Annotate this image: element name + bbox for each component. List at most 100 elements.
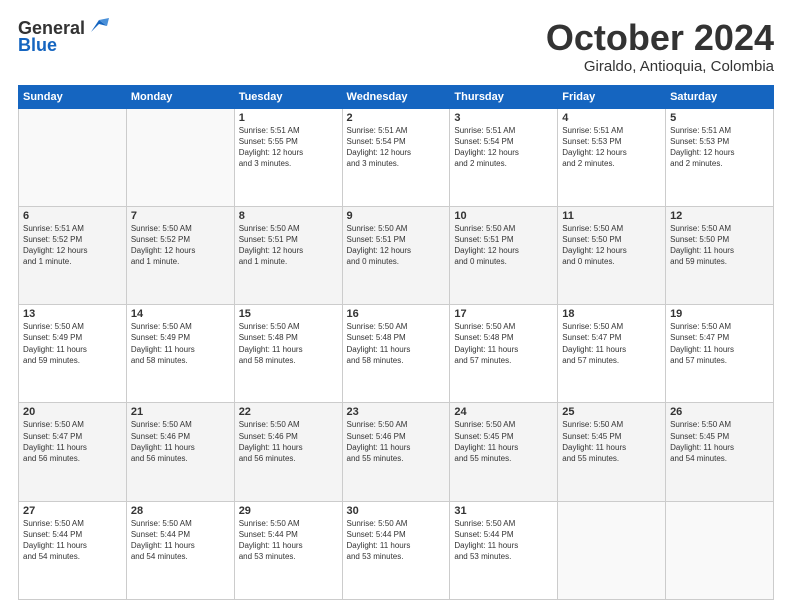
calendar-cell: 14Sunrise: 5:50 AM Sunset: 5:49 PM Dayli… bbox=[126, 305, 234, 403]
title-area: October 2024 Giraldo, Antioquia, Colombi… bbox=[546, 18, 774, 75]
col-thursday: Thursday bbox=[450, 85, 558, 108]
day-info: Sunrise: 5:50 AM Sunset: 5:51 PM Dayligh… bbox=[239, 223, 338, 268]
calendar-cell: 3Sunrise: 5:51 AM Sunset: 5:54 PM Daylig… bbox=[450, 108, 558, 206]
calendar-cell: 16Sunrise: 5:50 AM Sunset: 5:48 PM Dayli… bbox=[342, 305, 450, 403]
day-info: Sunrise: 5:50 AM Sunset: 5:48 PM Dayligh… bbox=[454, 321, 553, 366]
calendar-cell: 8Sunrise: 5:50 AM Sunset: 5:51 PM Daylig… bbox=[234, 206, 342, 304]
calendar-cell: 6Sunrise: 5:51 AM Sunset: 5:52 PM Daylig… bbox=[19, 206, 127, 304]
day-number: 28 bbox=[131, 505, 230, 517]
calendar-cell: 18Sunrise: 5:50 AM Sunset: 5:47 PM Dayli… bbox=[558, 305, 666, 403]
calendar-cell: 2Sunrise: 5:51 AM Sunset: 5:54 PM Daylig… bbox=[342, 108, 450, 206]
day-number: 5 bbox=[670, 112, 769, 124]
day-number: 19 bbox=[670, 308, 769, 320]
calendar-cell bbox=[558, 501, 666, 599]
day-info: Sunrise: 5:50 AM Sunset: 5:47 PM Dayligh… bbox=[670, 321, 769, 366]
day-number: 9 bbox=[347, 210, 446, 222]
day-number: 21 bbox=[131, 406, 230, 418]
calendar-cell: 4Sunrise: 5:51 AM Sunset: 5:53 PM Daylig… bbox=[558, 108, 666, 206]
day-info: Sunrise: 5:50 AM Sunset: 5:49 PM Dayligh… bbox=[23, 321, 122, 366]
day-info: Sunrise: 5:50 AM Sunset: 5:44 PM Dayligh… bbox=[454, 518, 553, 563]
header: General Blue October 2024 Giraldo, Antio… bbox=[18, 18, 774, 75]
day-number: 13 bbox=[23, 308, 122, 320]
day-info: Sunrise: 5:50 AM Sunset: 5:44 PM Dayligh… bbox=[347, 518, 446, 563]
calendar-cell: 25Sunrise: 5:50 AM Sunset: 5:45 PM Dayli… bbox=[558, 403, 666, 501]
location-title: Giraldo, Antioquia, Colombia bbox=[546, 58, 774, 75]
page: General Blue October 2024 Giraldo, Antio… bbox=[0, 0, 792, 612]
day-info: Sunrise: 5:50 AM Sunset: 5:44 PM Dayligh… bbox=[131, 518, 230, 563]
day-info: Sunrise: 5:50 AM Sunset: 5:52 PM Dayligh… bbox=[131, 223, 230, 268]
day-info: Sunrise: 5:51 AM Sunset: 5:54 PM Dayligh… bbox=[347, 125, 446, 170]
col-wednesday: Wednesday bbox=[342, 85, 450, 108]
day-info: Sunrise: 5:51 AM Sunset: 5:52 PM Dayligh… bbox=[23, 223, 122, 268]
day-info: Sunrise: 5:50 AM Sunset: 5:46 PM Dayligh… bbox=[347, 419, 446, 464]
day-number: 7 bbox=[131, 210, 230, 222]
day-info: Sunrise: 5:50 AM Sunset: 5:47 PM Dayligh… bbox=[562, 321, 661, 366]
day-number: 17 bbox=[454, 308, 553, 320]
day-info: Sunrise: 5:50 AM Sunset: 5:45 PM Dayligh… bbox=[670, 419, 769, 464]
calendar-cell: 13Sunrise: 5:50 AM Sunset: 5:49 PM Dayli… bbox=[19, 305, 127, 403]
logo: General Blue bbox=[18, 18, 109, 56]
calendar-cell bbox=[666, 501, 774, 599]
col-sunday: Sunday bbox=[19, 85, 127, 108]
day-number: 30 bbox=[347, 505, 446, 517]
calendar-cell: 11Sunrise: 5:50 AM Sunset: 5:50 PM Dayli… bbox=[558, 206, 666, 304]
calendar-cell: 12Sunrise: 5:50 AM Sunset: 5:50 PM Dayli… bbox=[666, 206, 774, 304]
day-info: Sunrise: 5:50 AM Sunset: 5:49 PM Dayligh… bbox=[131, 321, 230, 366]
calendar-cell: 19Sunrise: 5:50 AM Sunset: 5:47 PM Dayli… bbox=[666, 305, 774, 403]
day-number: 15 bbox=[239, 308, 338, 320]
day-info: Sunrise: 5:51 AM Sunset: 5:53 PM Dayligh… bbox=[670, 125, 769, 170]
day-number: 20 bbox=[23, 406, 122, 418]
day-info: Sunrise: 5:50 AM Sunset: 5:46 PM Dayligh… bbox=[239, 419, 338, 464]
calendar-table: Sunday Monday Tuesday Wednesday Thursday… bbox=[18, 85, 774, 600]
calendar-cell: 21Sunrise: 5:50 AM Sunset: 5:46 PM Dayli… bbox=[126, 403, 234, 501]
calendar-cell: 23Sunrise: 5:50 AM Sunset: 5:46 PM Dayli… bbox=[342, 403, 450, 501]
calendar-cell: 9Sunrise: 5:50 AM Sunset: 5:51 PM Daylig… bbox=[342, 206, 450, 304]
day-info: Sunrise: 5:50 AM Sunset: 5:51 PM Dayligh… bbox=[347, 223, 446, 268]
day-number: 26 bbox=[670, 406, 769, 418]
calendar-cell: 17Sunrise: 5:50 AM Sunset: 5:48 PM Dayli… bbox=[450, 305, 558, 403]
day-number: 1 bbox=[239, 112, 338, 124]
day-number: 3 bbox=[454, 112, 553, 124]
calendar-cell: 22Sunrise: 5:50 AM Sunset: 5:46 PM Dayli… bbox=[234, 403, 342, 501]
day-number: 8 bbox=[239, 210, 338, 222]
day-number: 12 bbox=[670, 210, 769, 222]
month-title: October 2024 bbox=[546, 18, 774, 58]
day-info: Sunrise: 5:50 AM Sunset: 5:44 PM Dayligh… bbox=[23, 518, 122, 563]
week-row-5: 27Sunrise: 5:50 AM Sunset: 5:44 PM Dayli… bbox=[19, 501, 774, 599]
calendar-cell bbox=[19, 108, 127, 206]
day-info: Sunrise: 5:50 AM Sunset: 5:47 PM Dayligh… bbox=[23, 419, 122, 464]
day-number: 25 bbox=[562, 406, 661, 418]
day-number: 6 bbox=[23, 210, 122, 222]
day-info: Sunrise: 5:51 AM Sunset: 5:55 PM Dayligh… bbox=[239, 125, 338, 170]
day-info: Sunrise: 5:50 AM Sunset: 5:50 PM Dayligh… bbox=[562, 223, 661, 268]
col-saturday: Saturday bbox=[666, 85, 774, 108]
day-number: 18 bbox=[562, 308, 661, 320]
day-number: 4 bbox=[562, 112, 661, 124]
day-number: 22 bbox=[239, 406, 338, 418]
col-friday: Friday bbox=[558, 85, 666, 108]
day-info: Sunrise: 5:50 AM Sunset: 5:46 PM Dayligh… bbox=[131, 419, 230, 464]
col-tuesday: Tuesday bbox=[234, 85, 342, 108]
week-row-2: 6Sunrise: 5:51 AM Sunset: 5:52 PM Daylig… bbox=[19, 206, 774, 304]
week-row-1: 1Sunrise: 5:51 AM Sunset: 5:55 PM Daylig… bbox=[19, 108, 774, 206]
day-number: 2 bbox=[347, 112, 446, 124]
calendar-cell bbox=[126, 108, 234, 206]
day-info: Sunrise: 5:51 AM Sunset: 5:53 PM Dayligh… bbox=[562, 125, 661, 170]
calendar-cell: 31Sunrise: 5:50 AM Sunset: 5:44 PM Dayli… bbox=[450, 501, 558, 599]
day-info: Sunrise: 5:51 AM Sunset: 5:54 PM Dayligh… bbox=[454, 125, 553, 170]
day-info: Sunrise: 5:50 AM Sunset: 5:50 PM Dayligh… bbox=[670, 223, 769, 268]
calendar-cell: 30Sunrise: 5:50 AM Sunset: 5:44 PM Dayli… bbox=[342, 501, 450, 599]
calendar-cell: 24Sunrise: 5:50 AM Sunset: 5:45 PM Dayli… bbox=[450, 403, 558, 501]
calendar-cell: 5Sunrise: 5:51 AM Sunset: 5:53 PM Daylig… bbox=[666, 108, 774, 206]
day-number: 27 bbox=[23, 505, 122, 517]
day-number: 31 bbox=[454, 505, 553, 517]
day-number: 16 bbox=[347, 308, 446, 320]
calendar-cell: 10Sunrise: 5:50 AM Sunset: 5:51 PM Dayli… bbox=[450, 206, 558, 304]
col-monday: Monday bbox=[126, 85, 234, 108]
calendar-cell: 7Sunrise: 5:50 AM Sunset: 5:52 PM Daylig… bbox=[126, 206, 234, 304]
day-info: Sunrise: 5:50 AM Sunset: 5:48 PM Dayligh… bbox=[347, 321, 446, 366]
calendar-header-row: Sunday Monday Tuesday Wednesday Thursday… bbox=[19, 85, 774, 108]
calendar-cell: 15Sunrise: 5:50 AM Sunset: 5:48 PM Dayli… bbox=[234, 305, 342, 403]
day-info: Sunrise: 5:50 AM Sunset: 5:44 PM Dayligh… bbox=[239, 518, 338, 563]
calendar-cell: 26Sunrise: 5:50 AM Sunset: 5:45 PM Dayli… bbox=[666, 403, 774, 501]
